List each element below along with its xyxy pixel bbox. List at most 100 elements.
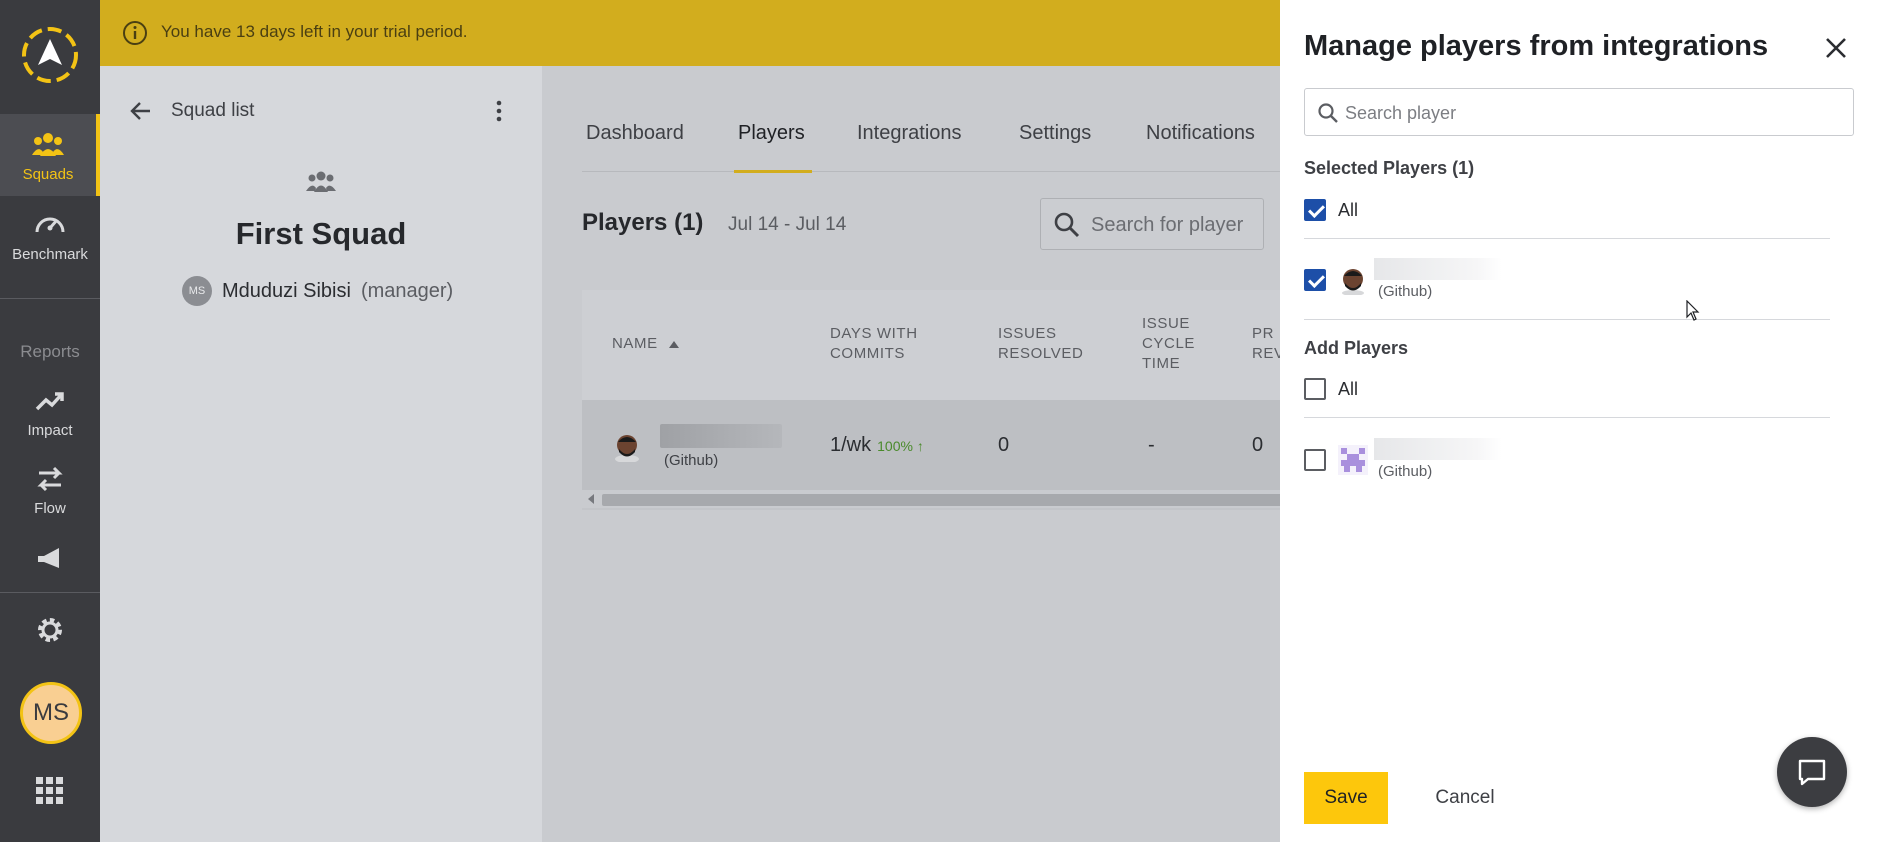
search-icon [1318,103,1338,123]
player-avatar [615,435,639,462]
more-vertical-icon[interactable] [486,98,512,124]
squad-manager: MS Mduduzi Sibisi (manager) [182,276,453,306]
group-icon [306,171,336,192]
player-name-redacted [660,424,782,448]
column-header-line: REV [1252,345,1280,362]
drawer-search-input[interactable] [1345,100,1845,126]
chat-button[interactable] [1777,737,1847,807]
nav-label-squads: Squads [22,166,74,183]
selected-all-label: All [1338,199,1359,220]
nav-divider [0,592,100,593]
column-header-pr-rev[interactable]: PR REV [1252,324,1280,364]
scroll-left-icon[interactable] [588,494,594,504]
close-icon[interactable] [1822,34,1850,62]
search-icon [1054,212,1080,238]
tab-players[interactable]: Players [738,122,805,145]
add-all-label: All [1338,378,1359,399]
column-header-line: COMMITS [830,345,906,362]
apps-grid-icon [36,777,63,804]
column-header-issues-resolved[interactable]: ISSUES RESOLVED [998,324,1083,364]
nav-item-impact[interactable]: Impact [0,384,100,448]
add-player-item[interactable]: (Github) [1304,438,1502,482]
chat-bubble-icon [1798,759,1826,786]
column-header-name[interactable]: NAME [612,334,680,354]
column-header-name-label: NAME [612,335,658,352]
swap-arrows-icon [37,466,63,492]
selected-all-checkbox[interactable] [1304,199,1326,221]
nav-item-benchmark[interactable]: Benchmark [0,208,100,278]
players-title: Players (1) [582,209,704,236]
trial-banner-text: You have 13 days left in your trial peri… [161,22,468,41]
app-logo[interactable] [20,25,80,85]
nav-divider [0,298,100,299]
column-header-line: CYCLE [1142,335,1196,352]
trending-up-icon [35,392,64,411]
manager-name: Mduduzi Sibisi [222,279,351,302]
back-arrow-icon[interactable] [128,98,154,124]
sidebar-nav: Squads Benchmark Reports Impact Flow MS [0,0,100,842]
cell-issue-cycle-time: - [1148,434,1155,456]
megaphone-icon [38,548,59,568]
player-info: (Github) [1372,258,1502,302]
player-name-redacted [1374,438,1502,460]
save-button[interactable]: Save [1304,772,1388,824]
scrollbar-thumb[interactable] [602,494,1280,506]
nav-item-announcements[interactable] [0,542,100,582]
divider [1304,417,1830,418]
add-all-checkbox[interactable] [1304,378,1326,400]
column-header-issue-cycle-time[interactable]: ISSUE CYCLE TIME [1142,314,1195,374]
gear-icon [38,618,62,642]
active-tab-indicator [734,170,812,173]
player-search[interactable] [1040,198,1264,250]
selected-all-row[interactable]: All [1304,199,1358,221]
column-header-line: DAYS WITH [830,325,918,342]
player-avatar [1342,269,1364,295]
sort-ascending-icon [668,341,679,348]
add-players-label: Add Players [1304,338,1409,358]
manage-players-drawer: Manage players from integrations Selecte… [1280,0,1877,842]
selected-players-label: Selected Players (1) [1304,158,1475,178]
tab-settings[interactable]: Settings [1019,122,1091,145]
main-content: Dashboard Players Integrations Settings … [542,66,1280,842]
cancel-button[interactable]: Cancel [1420,772,1510,824]
identicon-avatar [1338,445,1368,475]
squad-list-link[interactable]: Squad list [171,100,254,122]
selected-player-checkbox[interactable] [1304,269,1326,291]
days-with-commits-value: 1/wk [830,434,872,456]
nav-item-settings[interactable] [0,613,100,653]
player-source: (Github) [664,452,719,469]
column-header-line: ISSUES [998,325,1057,342]
selected-player-item[interactable]: (Github) [1304,258,1502,302]
add-all-row[interactable]: All [1304,378,1358,400]
drawer-title: Manage players from integrations [1304,30,1769,62]
nav-item-apps[interactable] [0,774,100,814]
add-player-checkbox[interactable] [1304,449,1326,471]
drawer-player-search[interactable] [1304,88,1854,136]
user-avatar[interactable]: MS [20,682,82,744]
table-row[interactable]: (Github) 1/wk 100% ↑ 0 - 0 [582,400,1280,490]
table-header: NAME DAYS WITH COMMITS ISSUES RESOLVED I… [582,290,1280,400]
player-search-input[interactable] [1091,211,1261,239]
speedometer-icon [35,217,65,233]
nav-item-flow[interactable]: Flow [0,462,100,526]
player-source: (Github) [1378,283,1433,300]
tab-dashboard[interactable]: Dashboard [586,122,684,145]
column-header-days-with-commits[interactable]: DAYS WITH COMMITS [830,324,918,364]
nav-item-squads[interactable]: Squads [0,114,100,196]
cell-pr-rev: 0 [1252,434,1264,456]
column-header-line: ISSUE [1142,315,1191,332]
nav-label-impact: Impact [27,422,73,439]
cell-issues-resolved: 0 [998,434,1010,456]
people-icon [32,133,64,156]
column-header-line: RESOLVED [998,345,1084,362]
table-horizontal-scrollbar[interactable] [582,490,1280,508]
trial-banner: You have 13 days left in your trial peri… [100,0,1280,66]
tab-divider [582,171,1280,172]
date-range: Jul 14 - Jul 14 [728,214,847,235]
column-header-line: TIME [1142,355,1181,372]
tab-integrations[interactable]: Integrations [857,122,962,145]
tab-notifications[interactable]: Notifications [1146,122,1255,145]
divider [1304,238,1830,239]
cell-days-with-commits: 1/wk 100% ↑ [830,434,924,457]
nav-label-benchmark: Benchmark [12,246,88,263]
